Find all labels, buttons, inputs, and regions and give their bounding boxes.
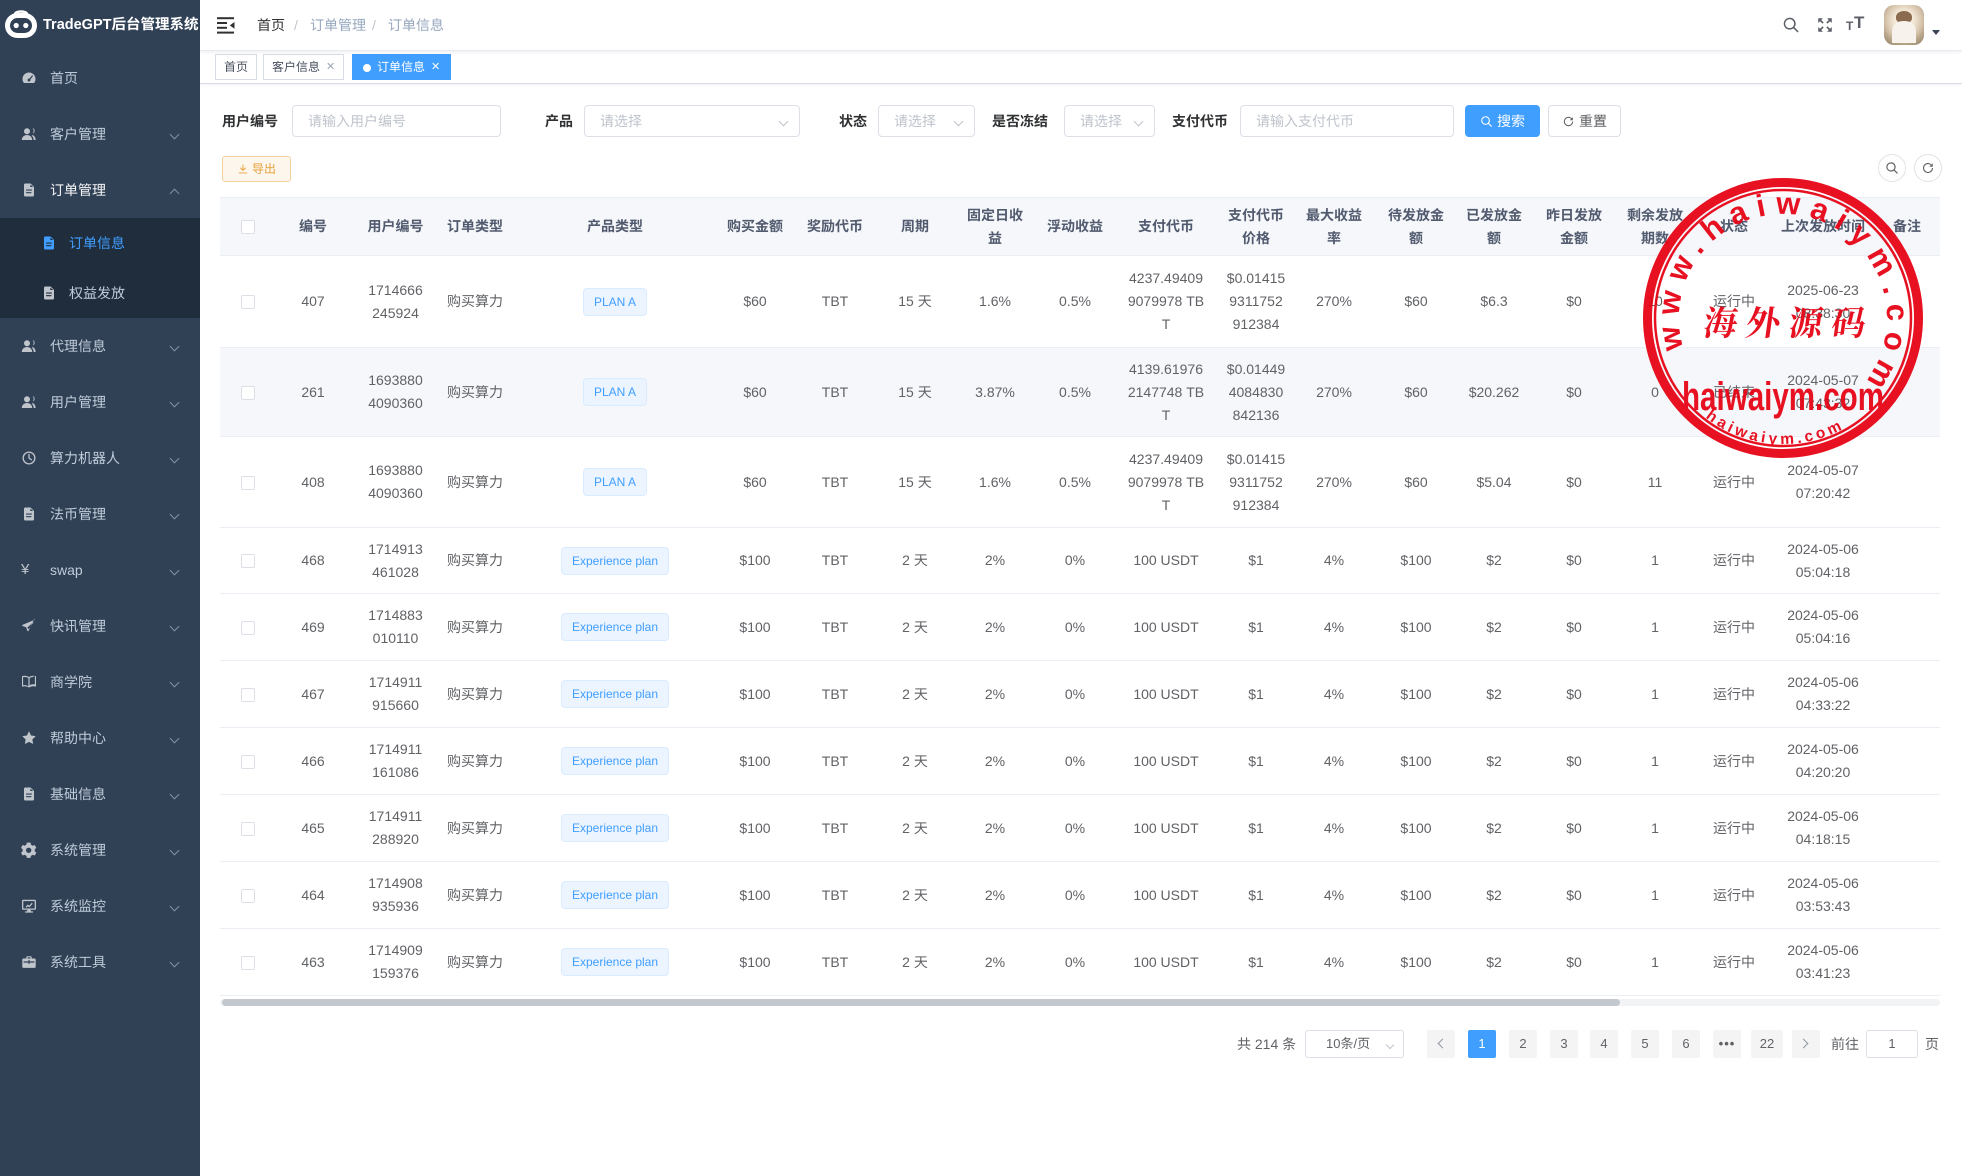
svg-text:海外源码: 海外源码 — [1701, 296, 1870, 345]
svg-text:haiwaiym.com: haiwaiym.com — [1682, 375, 1884, 419]
